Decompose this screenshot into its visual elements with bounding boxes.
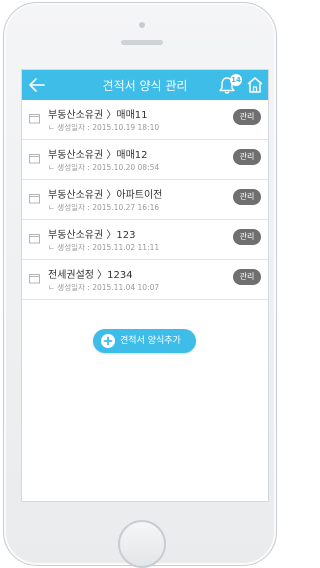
add-template-button[interactable]: 견적서 양식추가 bbox=[93, 329, 196, 353]
manage-button[interactable]: 관리 bbox=[233, 189, 261, 205]
device-home-button[interactable] bbox=[118, 520, 166, 568]
list-item[interactable]: 부동산소유권 〉아파트이전 ㄴ 생성일자 : 2015.10.27 16:16 … bbox=[22, 180, 268, 220]
meta-prefix: 생성일자 : bbox=[57, 123, 93, 132]
item-meta: ㄴ 생성일자 : 2015.10.20 08:54 bbox=[48, 163, 160, 172]
item-meta: ㄴ 생성일자 : 2015.11.02 11:11 bbox=[48, 243, 160, 252]
meta-prefix: 생성일자 : bbox=[57, 243, 93, 252]
manage-button[interactable]: 관리 bbox=[233, 109, 261, 125]
notification-badge: 14 bbox=[230, 74, 242, 86]
phone-frame: 견적서 양식 관리 14 부동산소유권 〉매매11 ㄴ 생성일자 : 2015.… bbox=[3, 2, 277, 568]
item-date: 2015.10.20 08:54 bbox=[92, 163, 160, 172]
folder-icon bbox=[29, 114, 40, 124]
item-date: 2015.11.04 10:07 bbox=[92, 283, 160, 292]
list-item[interactable]: 전세권설정 〉1234 ㄴ 생성일자 : 2015.11.04 10:07 관리 bbox=[22, 260, 268, 300]
template-list: 부동산소유권 〉매매11 ㄴ 생성일자 : 2015.10.19 18:10 관… bbox=[22, 100, 268, 300]
camera-dot bbox=[139, 22, 145, 28]
app-header: 견적서 양식 관리 14 bbox=[22, 70, 268, 100]
meta-prefix: 생성일자 : bbox=[57, 163, 93, 172]
folder-icon bbox=[29, 274, 40, 284]
list-item[interactable]: 부동산소유권 〉123 ㄴ 생성일자 : 2015.11.02 11:11 관리 bbox=[22, 220, 268, 260]
item-title: 부동산소유권 〉매매12 bbox=[48, 150, 148, 161]
home-icon[interactable] bbox=[246, 75, 264, 94]
item-title: 전세권설정 〉1234 bbox=[48, 270, 133, 281]
item-date: 2015.10.19 18:10 bbox=[92, 123, 160, 132]
folder-icon bbox=[29, 234, 40, 244]
item-date: 2015.11.02 11:11 bbox=[92, 243, 160, 252]
item-meta: ㄴ 생성일자 : 2015.10.27 16:16 bbox=[48, 203, 160, 212]
screen: 견적서 양식 관리 14 부동산소유권 〉매매11 ㄴ 생성일자 : 2015.… bbox=[21, 69, 269, 502]
manage-button[interactable]: 관리 bbox=[233, 149, 261, 165]
item-meta: ㄴ 생성일자 : 2015.11.04 10:07 bbox=[48, 283, 160, 292]
manage-button[interactable]: 관리 bbox=[233, 269, 261, 285]
meta-prefix: 생성일자 : bbox=[57, 283, 93, 292]
list-item[interactable]: 부동산소유권 〉매매12 ㄴ 생성일자 : 2015.10.20 08:54 관… bbox=[22, 140, 268, 180]
add-template-label: 견적서 양식추가 bbox=[120, 336, 181, 346]
plus-circle-icon bbox=[101, 334, 115, 348]
item-title: 부동산소유권 〉아파트이전 bbox=[48, 190, 163, 201]
folder-icon bbox=[29, 154, 40, 164]
item-date: 2015.10.27 16:16 bbox=[92, 203, 160, 212]
item-meta: ㄴ 생성일자 : 2015.10.19 18:10 bbox=[48, 123, 160, 132]
meta-prefix: 생성일자 : bbox=[57, 203, 93, 212]
speaker-grill bbox=[121, 40, 163, 45]
item-title: 부동산소유권 〉123 bbox=[48, 230, 136, 241]
list-item[interactable]: 부동산소유권 〉매매11 ㄴ 생성일자 : 2015.10.19 18:10 관… bbox=[22, 100, 268, 140]
manage-button[interactable]: 관리 bbox=[233, 229, 261, 245]
item-title: 부동산소유권 〉매매11 bbox=[48, 110, 148, 121]
folder-icon bbox=[29, 194, 40, 204]
